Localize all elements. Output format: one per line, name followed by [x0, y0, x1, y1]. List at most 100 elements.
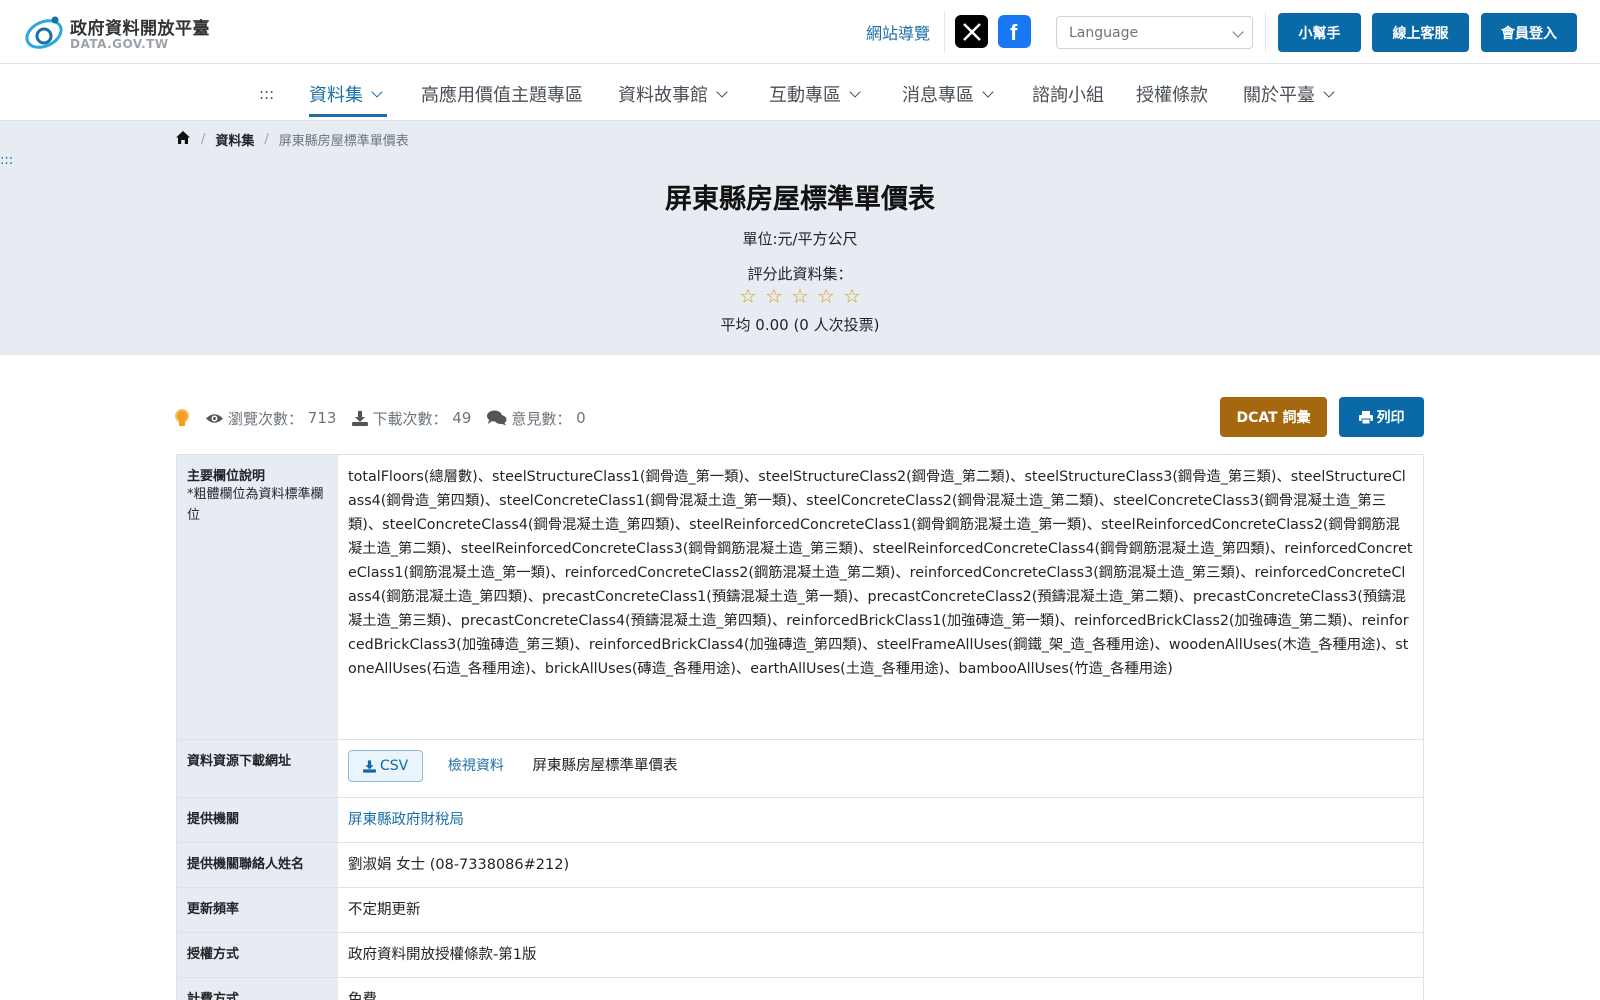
nav-item-data-stories[interactable]: 資料故事館	[618, 79, 728, 109]
table-row: 計費方式 免費	[177, 978, 1423, 1000]
x-twitter-icon[interactable]	[955, 15, 988, 48]
table-row: 提供機關 屏東縣政府財稅局	[177, 798, 1423, 843]
fields-label: 主要欄位說明	[187, 469, 266, 484]
nav-item-label: 諮詢小組	[1032, 85, 1104, 106]
chevron-down-icon	[849, 85, 861, 98]
site-logo[interactable]: 政府資料開放平臺 DATA.GOV.TW	[22, 10, 222, 54]
home-icon[interactable]	[175, 130, 191, 149]
row-header: 主要欄位說明 *粗體欄位為資料標準欄位	[177, 455, 338, 739]
content-accesskey[interactable]: :::	[0, 153, 13, 168]
logo-subtitle: DATA.GOV.TW	[70, 37, 169, 51]
dcat-button[interactable]: DCAT 詞彙	[1220, 397, 1327, 437]
nav-item-license[interactable]: 授權條款	[1136, 79, 1208, 109]
comments-label: 意見數：	[511, 409, 572, 428]
nav-item-datasets[interactable]: 資料集	[309, 79, 383, 109]
nav-item-label: 資料故事館	[618, 85, 708, 106]
chevron-down-icon	[716, 85, 728, 98]
nav-item-interactive[interactable]: 互動專區	[769, 79, 861, 109]
facebook-icon[interactable]: f	[998, 15, 1031, 48]
online-service-button[interactable]: 線上客服	[1372, 13, 1469, 52]
header-divider	[944, 12, 945, 52]
nav-item-label: 互動專區	[769, 85, 841, 106]
dataset-stats: 瀏覽次數： 713 下載次數： 49 意見數： 0	[175, 404, 602, 432]
nav-item-high-value[interactable]: 高應用價值主題專區	[421, 79, 583, 109]
comments-count: 0	[576, 409, 586, 427]
star-icon[interactable]: ☆	[817, 285, 835, 307]
member-login-button[interactable]: 會員登入	[1481, 13, 1577, 52]
row-header: 授權方式	[177, 933, 338, 977]
fee-value: 免費	[348, 992, 377, 1000]
star-icon[interactable]: ☆	[791, 285, 809, 307]
print-label: 列印	[1376, 410, 1405, 426]
nav-item-advisory[interactable]: 諮詢小組	[1032, 79, 1104, 109]
helper-button[interactable]: 小幫手	[1278, 13, 1361, 52]
row-header: 資料資源下載網址	[177, 740, 338, 797]
csv-label: CSV	[380, 758, 409, 774]
resource-name: 屏東縣房屋標準單價表	[532, 758, 678, 774]
main-nav: ::: 資料集 高應用價值主題專區 資料故事館 互動專區 消息專區 諮詢小組 授…	[0, 64, 1600, 121]
header-divider	[1265, 12, 1266, 52]
star-icon[interactable]: ☆	[843, 285, 861, 307]
downloads-stat: 下載次數： 49	[352, 408, 471, 429]
nav-item-label: 高應用價值主題專區	[421, 85, 583, 106]
views-label: 瀏覽次數：	[228, 409, 304, 428]
views-stat: 瀏覽次數： 713	[205, 408, 336, 429]
star-icon[interactable]: ☆	[739, 285, 757, 307]
download-icon	[352, 410, 369, 426]
chevron-down-icon	[982, 85, 994, 98]
language-select[interactable]: Language	[1056, 16, 1253, 49]
nav-item-news[interactable]: 消息專區	[902, 79, 994, 109]
print-button[interactable]: 列印	[1339, 397, 1424, 437]
dataset-unit: 單位:元/平方公尺	[742, 230, 858, 248]
table-row: 資料資源下載網址 CSV 檢視資料 屏東縣房屋標準單價表	[177, 740, 1423, 798]
breadcrumb-separator: /	[201, 131, 206, 147]
contact-value: 劉淑娟 女士 (08-7338086#212)	[348, 857, 570, 873]
download-icon	[363, 759, 376, 773]
download-cell: CSV 檢視資料 屏東縣房屋標準單價表	[338, 740, 1423, 797]
row-header: 提供機關	[177, 798, 338, 842]
comments-icon	[487, 410, 507, 426]
eye-icon	[206, 413, 223, 423]
fields-value: totalFloors(總層數)、steelStructureClass1(鋼骨…	[348, 469, 1413, 677]
nav-item-label: 資料集	[309, 85, 363, 106]
nav-active-indicator	[309, 114, 387, 117]
dataset-hero: / 資料集 / 屏東縣房屋標準單價表 ::: 屏東縣房屋標準單價表 單位:元/平…	[0, 121, 1600, 355]
svg-text:f: f	[1010, 21, 1018, 43]
nav-item-label: 消息專區	[902, 85, 974, 106]
downloads-label: 下載次數：	[372, 409, 448, 428]
nav-item-label: 關於平臺	[1243, 85, 1315, 106]
provider-link[interactable]: 屏東縣政府財稅局	[348, 812, 464, 828]
downloads-count: 49	[452, 409, 472, 427]
printer-icon	[1358, 410, 1373, 424]
page-title: 屏東縣房屋標準單價表	[665, 184, 935, 215]
table-row: 提供機關聯絡人姓名 劉淑娟 女士 (08-7338086#212)	[177, 843, 1423, 888]
frequency-value: 不定期更新	[348, 902, 421, 918]
site-header: 政府資料開放平臺 DATA.GOV.TW 網站導覽 f Language 小幫手…	[0, 0, 1600, 64]
table-row: 主要欄位說明 *粗體欄位為資料標準欄位 totalFloors(總層數)、ste…	[177, 455, 1423, 740]
breadcrumb-current: 屏東縣房屋標準單價表	[278, 133, 409, 149]
award-badge-icon	[175, 409, 189, 427]
rating-stars: ☆ ☆ ☆ ☆ ☆	[739, 285, 861, 307]
chevron-down-icon	[1232, 26, 1244, 38]
sitemap-link[interactable]: 網站導覽	[866, 20, 930, 44]
chevron-down-icon	[371, 85, 383, 98]
language-select-label: Language	[1069, 25, 1139, 41]
chevron-down-icon	[1323, 85, 1335, 98]
star-icon[interactable]: ☆	[765, 285, 783, 307]
rating-average: 平均 0.00 (0 人次投票)	[720, 316, 880, 334]
breadcrumb-datasets[interactable]: 資料集	[215, 130, 254, 149]
breadcrumb-separator: /	[264, 131, 269, 147]
provider-cell: 屏東縣政府財稅局	[338, 798, 1423, 842]
nav-accesskey[interactable]: :::	[259, 79, 274, 109]
row-header: 提供機關聯絡人姓名	[177, 843, 338, 887]
row-header: 計費方式	[177, 978, 338, 1000]
nav-item-about[interactable]: 關於平臺	[1243, 79, 1335, 109]
rating-label: 評分此資料集：	[747, 265, 853, 283]
row-header: 更新頻率	[177, 888, 338, 932]
license-value: 政府資料開放授權條款-第1版	[348, 947, 537, 963]
logo-title: 政府資料開放平臺	[70, 19, 210, 39]
logo-icon	[25, 16, 63, 49]
csv-download-button[interactable]: CSV	[348, 750, 424, 782]
fields-note: *粗體欄位為資料標準欄位	[187, 487, 324, 523]
view-data-link[interactable]: 檢視資料	[448, 758, 504, 774]
